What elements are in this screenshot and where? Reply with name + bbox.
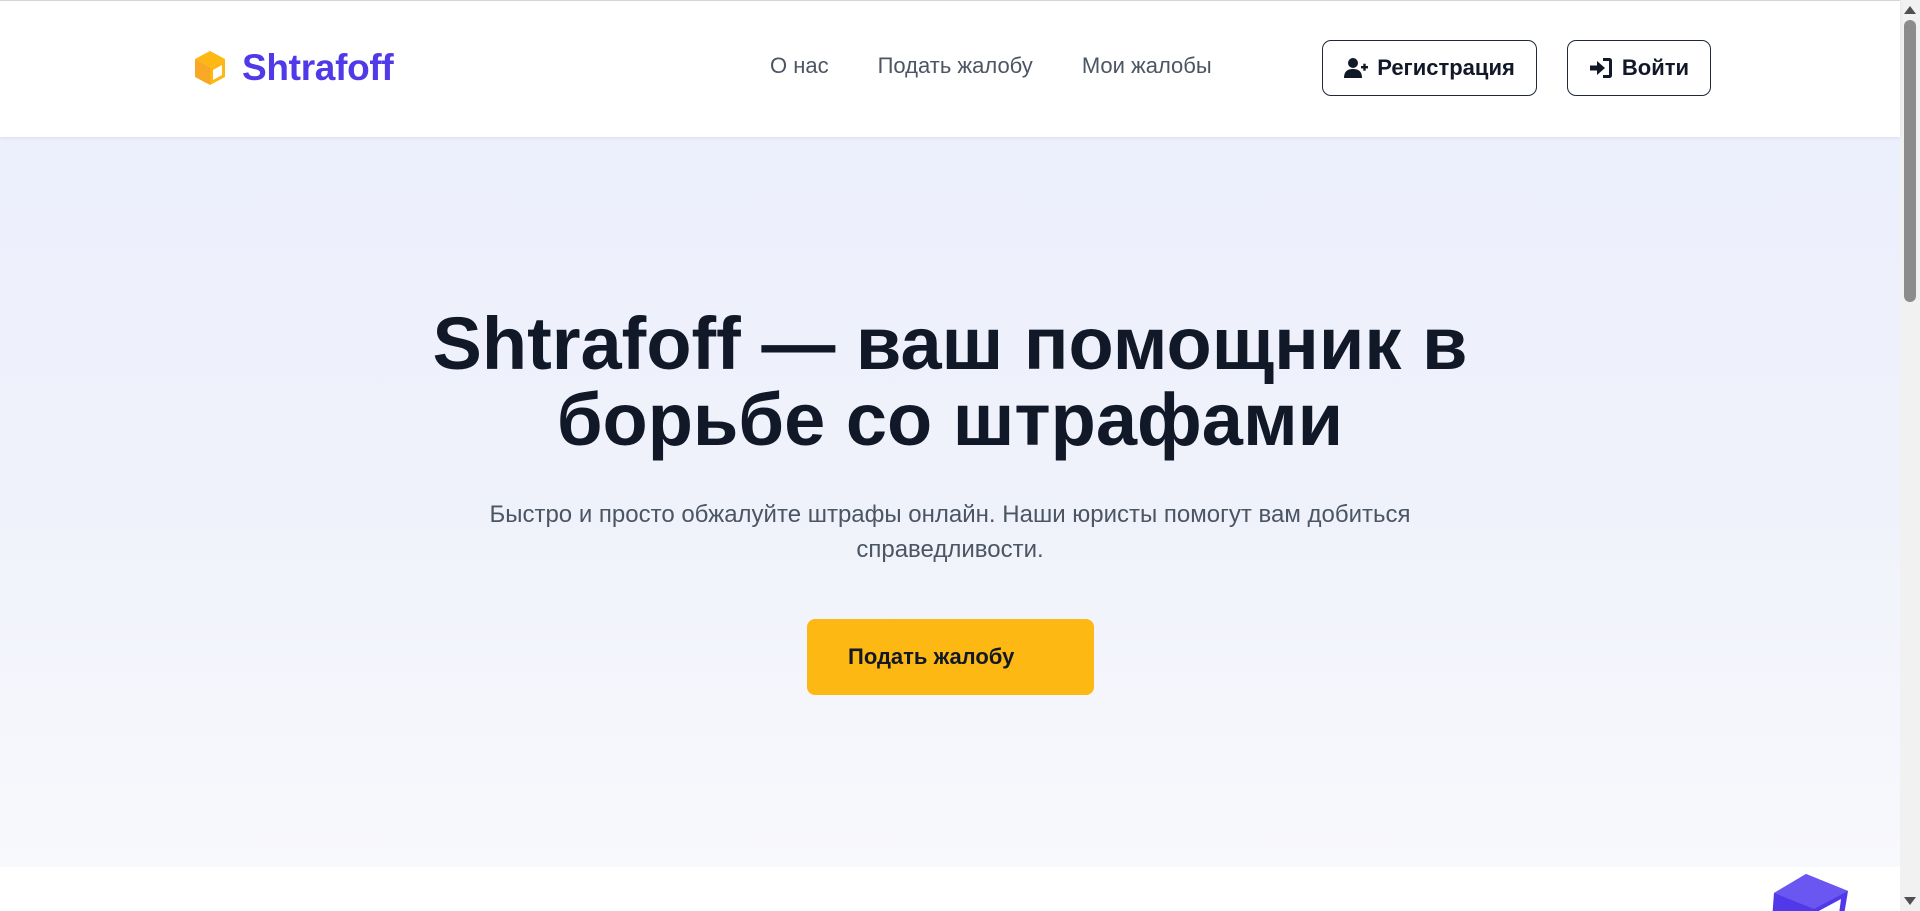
floating-cube-button[interactable] — [1768, 871, 1850, 911]
scroll-up-arrow-icon[interactable] — [1904, 6, 1916, 14]
submit-complaint-button[interactable]: Подать жалобу — [807, 619, 1094, 695]
hero-title-line-1: Shtrafoff — ваш помощник в — [432, 302, 1468, 385]
cube-icon — [195, 51, 225, 85]
register-label: Регистрация — [1377, 55, 1515, 80]
scroll-down-arrow-icon[interactable] — [1904, 897, 1916, 905]
site-header: Shtrafoff О нас Подать жалобу Мои жалобы… — [0, 0, 1900, 137]
hero-subtitle-line-1: Быстро и просто обжалуйте штрафы онлайн.… — [489, 501, 1411, 528]
nav-my-complaints[interactable]: Мои жалобы — [1082, 53, 1212, 79]
login-label: Войти — [1621, 55, 1690, 80]
hero-title: Shtrafoff — ваш помощник в борьбе со штр… — [0, 306, 1900, 458]
hero-section: Shtrafoff — ваш помощник в борьбе со штр… — [0, 136, 1900, 911]
brand-logo[interactable]: Shtrafoff — [192, 47, 394, 89]
vertical-scrollbar[interactable] — [1900, 0, 1920, 911]
nav-submit-complaint[interactable]: Подать жалобу — [878, 53, 1033, 79]
sign-in-icon — [1589, 58, 1612, 78]
submit-complaint-label: Подать жалобу — [848, 644, 1015, 669]
user-plus-icon — [1344, 58, 1369, 78]
hero-title-line-2: борьбе со штрафами — [556, 378, 1344, 461]
page: Shtrafoff О нас Подать жалобу Мои жалобы… — [0, 0, 1920, 911]
hero-subtitle-line-2: справедливости. — [856, 536, 1044, 563]
brand-name: Shtrafoff — [242, 47, 394, 88]
scroll-thumb[interactable] — [1904, 20, 1916, 302]
main-nav: О нас Подать жалобу Мои жалобы — [770, 53, 1212, 79]
nav-about[interactable]: О нас — [770, 53, 829, 79]
cube-icon — [1772, 874, 1848, 911]
register-button[interactable]: Регистрация — [1322, 40, 1537, 96]
hero-subtitle: Быстро и просто обжалуйте штрафы онлайн.… — [460, 497, 1440, 567]
login-button[interactable]: Войти — [1567, 40, 1711, 96]
